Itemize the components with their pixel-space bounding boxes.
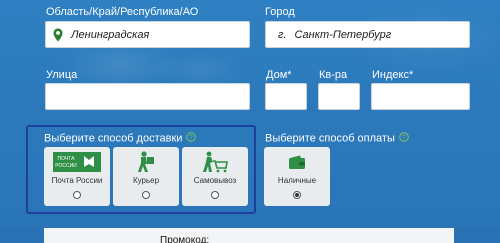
delivery-title: Выберите способ доставки?: [44, 132, 197, 145]
russian-post-logo-text-2: РОССИИ: [55, 163, 77, 169]
city-prefix: г.: [278, 28, 287, 41]
house-input[interactable]: [265, 83, 307, 110]
help-icon[interactable]: ?: [399, 132, 409, 145]
russian-post-logo-text-1: ПОЧТА: [58, 156, 76, 162]
payment-title: Выберите способ оплаты?: [265, 132, 409, 145]
promo-label: Промокод:: [160, 235, 210, 243]
location-pin-icon: [53, 28, 63, 42]
apartment-input[interactable]: [318, 83, 360, 110]
delivery-option-pickup[interactable]: Самовывоз: [182, 147, 248, 206]
region-label: Область/Край/Республика/АО: [46, 6, 199, 18]
pickup-cart-icon: [182, 151, 248, 173]
street-input[interactable]: [45, 83, 250, 110]
city-field[interactable]: г. Санкт-Петербург: [265, 21, 470, 48]
delivery-option-label: Почта России: [51, 176, 103, 185]
city-label: Город: [265, 6, 295, 18]
svg-text:?: ?: [189, 135, 193, 142]
svg-text:?: ?: [402, 135, 406, 142]
delivery-radio-pickup[interactable]: [211, 191, 219, 199]
delivery-option-russian-post[interactable]: ПОЧТА РОССИИ Почта России: [44, 147, 110, 206]
region-value: Ленинградская: [71, 28, 150, 41]
russian-post-logo: ПОЧТА РОССИИ: [44, 152, 110, 172]
apartment-label: Кв-ра: [319, 69, 348, 81]
street-label: Улица: [46, 69, 78, 81]
delivery-option-label: Курьер: [132, 176, 160, 185]
payment-title-text: Выберите способ оплаты: [265, 132, 395, 145]
wallet-icon: [264, 155, 330, 170]
city-value: Санкт-Петербург: [294, 28, 392, 41]
delivery-title-text: Выберите способ доставки: [44, 132, 183, 145]
help-icon[interactable]: ?: [186, 132, 197, 145]
delivery-option-label: Самовывоз: [193, 176, 237, 185]
house-label: Дом*: [266, 69, 292, 81]
payment-radio-cash[interactable]: [293, 191, 301, 199]
region-field[interactable]: Ленинградская: [45, 21, 250, 48]
delivery-radio-courier[interactable]: [142, 191, 150, 199]
delivery-radio-russian-post[interactable]: [73, 191, 81, 199]
promo-panel: [44, 228, 454, 243]
payment-option-cash[interactable]: Наличные: [264, 147, 330, 206]
payment-option-label: Наличные: [277, 176, 317, 185]
postcode-input[interactable]: [371, 83, 470, 110]
delivery-option-courier[interactable]: Курьер: [113, 147, 179, 206]
postcode-label: Индекс*: [372, 69, 414, 81]
courier-icon: [113, 151, 179, 173]
